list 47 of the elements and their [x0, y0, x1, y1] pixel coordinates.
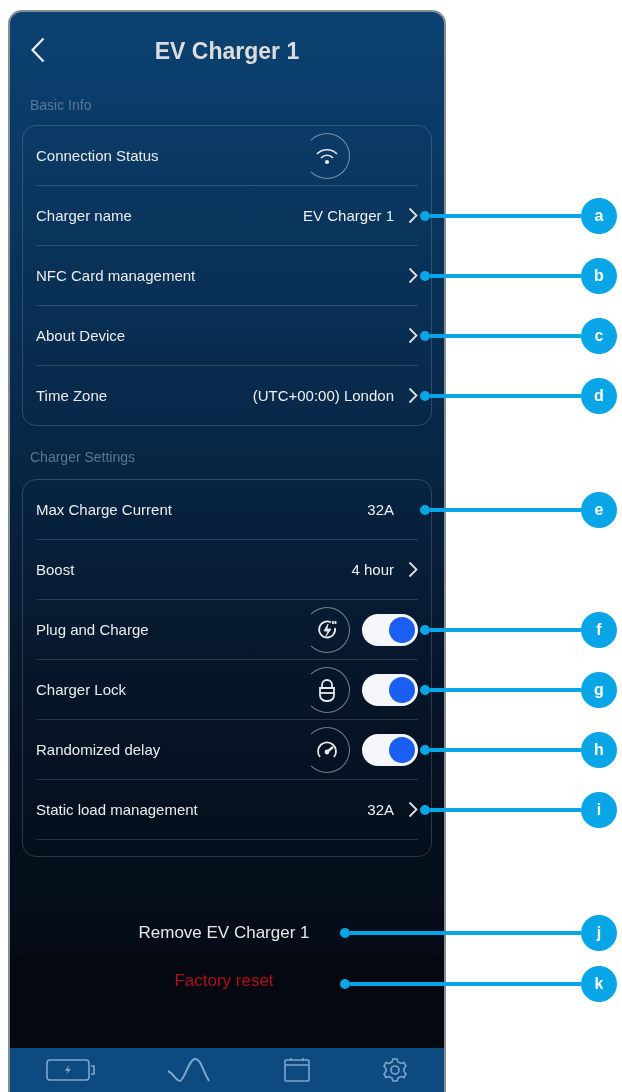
row-label: Randomized delay — [36, 741, 162, 758]
callout-badge: a — [581, 197, 617, 234]
chevron-right-icon — [408, 207, 418, 224]
chevron-right-icon — [408, 267, 418, 284]
row-label: Max Charge Current — [36, 501, 173, 518]
callout-badge: g — [581, 671, 617, 708]
toggle-switch[interactable] — [362, 613, 418, 646]
chevron-right-icon — [408, 327, 418, 344]
row-label: Boost — [36, 561, 76, 578]
lock-icon — [317, 677, 337, 702]
row-value: 32A — [367, 501, 394, 518]
toggle-switch[interactable] — [362, 673, 418, 706]
callout-badge: d — [581, 377, 617, 414]
row-label: NFC Card management — [36, 267, 197, 284]
callout-badge: h — [581, 731, 617, 768]
row-value: EV Charger 1 — [303, 207, 394, 224]
row-value: 32A — [367, 801, 394, 818]
wave-chart-icon[interactable] — [167, 1057, 212, 1083]
plug-charge-icon — [316, 618, 338, 641]
remove-charger-button[interactable]: Remove EV Charger 1 — [138, 923, 310, 943]
row-label: Static load management — [36, 801, 199, 818]
callout-badge: i — [581, 791, 617, 828]
back-button[interactable] — [30, 36, 46, 64]
chevron-right-icon — [408, 387, 418, 404]
battery-icon[interactable] — [45, 1058, 96, 1082]
page-title: EV Charger 1 — [154, 37, 300, 65]
chevron-right-icon — [408, 801, 418, 818]
callout-badge: c — [581, 317, 617, 354]
callout-badge: b — [581, 257, 617, 294]
row-value: (UTC+00:00) London — [252, 387, 394, 404]
section-title: Charger Settings — [30, 448, 137, 467]
callout-badge: e — [581, 491, 617, 528]
settings-icon[interactable] — [382, 1057, 409, 1083]
row-label: Connection Status — [36, 147, 160, 164]
section-title: Basic Info — [30, 96, 93, 115]
chevron-right-icon — [408, 561, 418, 578]
row-label: Charger Lock — [36, 681, 128, 698]
row-label: Charger name — [36, 207, 133, 224]
row-value: 4 hour — [351, 561, 394, 578]
callout-badge: j — [581, 915, 617, 951]
row-label: Time Zone — [36, 387, 109, 404]
row-label: Plug and Charge — [36, 621, 150, 638]
callout-badge: k — [581, 966, 617, 1002]
callout-badge: f — [581, 611, 617, 648]
row-label: About Device — [36, 327, 127, 344]
calendar-icon[interactable] — [282, 1057, 311, 1083]
toggle-switch[interactable] — [362, 733, 418, 766]
